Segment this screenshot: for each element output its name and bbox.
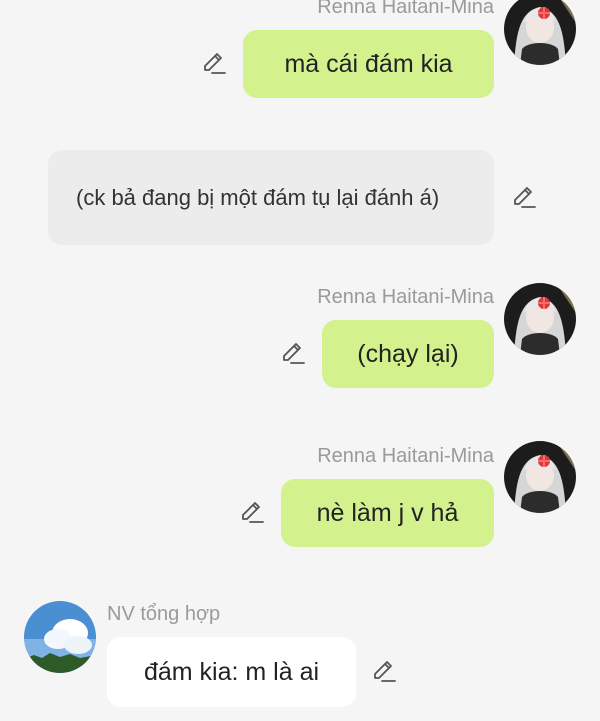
avatar[interactable] [504, 441, 576, 513]
anime-character-avatar-icon [504, 0, 576, 65]
sender-name: NV tổng hợp [107, 603, 221, 625]
sender-name: Renna Haitani-Mina [317, 445, 494, 467]
user-message-bubble[interactable]: mà cái đám kia [243, 30, 494, 98]
pencil-edit-icon[interactable] [279, 339, 307, 367]
npc-message-bubble[interactable]: đám kia: m là ai [107, 637, 356, 707]
sender-name: Renna Haitani-Mina [317, 286, 494, 308]
anime-character-avatar-icon [504, 283, 576, 355]
pencil-edit-icon[interactable] [200, 49, 228, 77]
avatar[interactable] [504, 283, 576, 355]
pencil-edit-icon[interactable] [510, 183, 538, 211]
anime-character-avatar-icon [504, 441, 576, 513]
sender-name: Renna Haitani-Mina [317, 0, 494, 18]
avatar[interactable] [504, 0, 576, 65]
narration-message-bubble[interactable]: (ck bả đang bị một đám tụ lại đánh á) [48, 150, 494, 245]
user-message-bubble[interactable]: nè làm j v hả [281, 479, 494, 547]
pencil-edit-icon[interactable] [370, 657, 398, 685]
avatar[interactable] [24, 601, 96, 673]
user-message-bubble[interactable]: (chạy lại) [322, 320, 494, 388]
pencil-edit-icon[interactable] [238, 498, 266, 526]
sky-cloud-avatar-icon [24, 601, 96, 673]
